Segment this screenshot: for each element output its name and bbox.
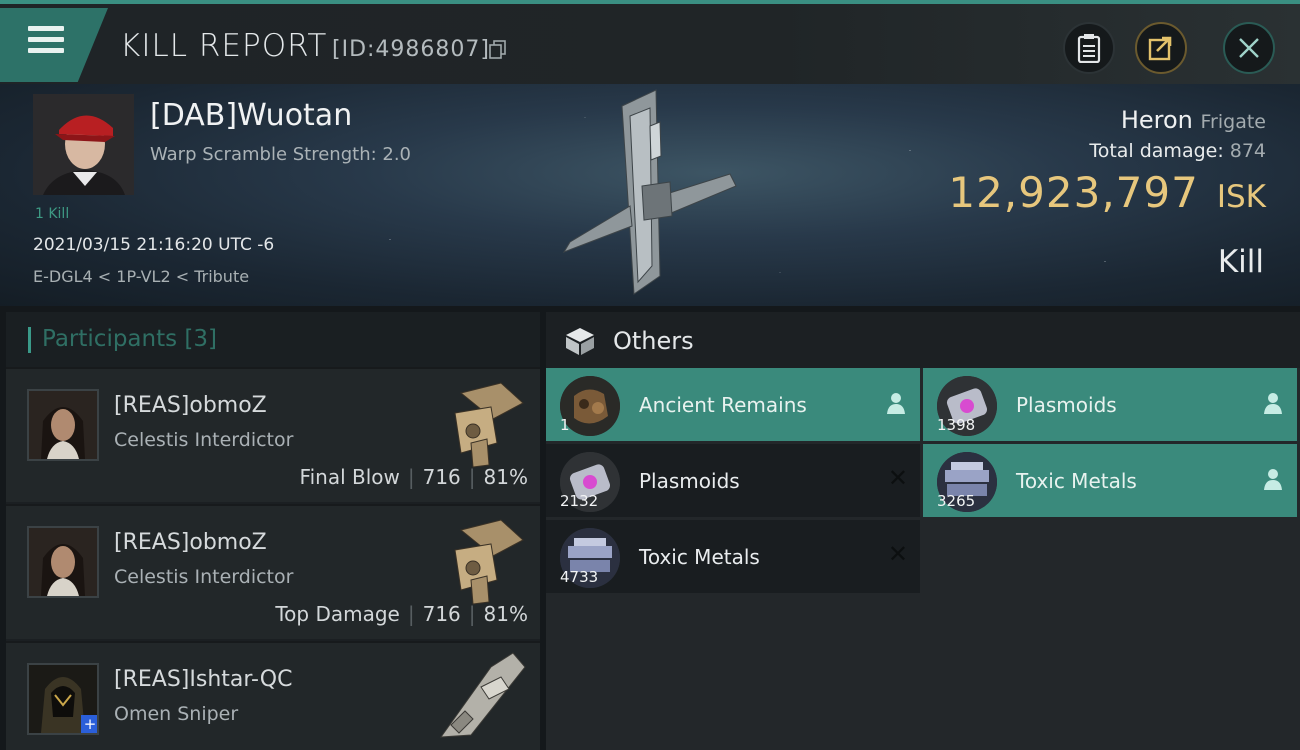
participant-row[interactable]: + [REAS]Ishtar-QC Omen Sniper bbox=[6, 641, 540, 750]
pilot-icon bbox=[1264, 393, 1282, 414]
isk-value: 12,923,797 ISK bbox=[948, 168, 1266, 217]
others-panel: Others 1 Ancient Remains 1398 Plasmoids … bbox=[546, 312, 1300, 750]
victim-portrait[interactable] bbox=[33, 94, 134, 195]
participant-ship: Celestis Interdictor bbox=[114, 429, 294, 451]
close-icon bbox=[1239, 38, 1259, 58]
participant-percent: 81% bbox=[483, 602, 528, 626]
participant-row[interactable]: [REAS]obmoZ Celestis Interdictor Final B… bbox=[6, 367, 540, 502]
total-damage-value: 874 bbox=[1229, 140, 1266, 162]
item-slot[interactable]: 3265 Toxic Metals bbox=[923, 444, 1297, 517]
close-button[interactable] bbox=[1223, 22, 1275, 74]
item-name: Plasmoids bbox=[639, 469, 740, 493]
victim-banner: [DAB]Wuotan Warp Scramble Strength: 2.0 … bbox=[0, 84, 1300, 306]
participant-portrait[interactable]: + bbox=[27, 663, 99, 735]
plus-badge-icon: + bbox=[81, 715, 97, 733]
participant-ship: Celestis Interdictor bbox=[114, 566, 294, 588]
participants-count: [3] bbox=[184, 326, 218, 352]
page-title: KILL REPORT bbox=[120, 28, 328, 64]
divider: | bbox=[407, 602, 415, 626]
item-name: Toxic Metals bbox=[639, 545, 760, 569]
item-name: Plasmoids bbox=[1016, 393, 1117, 417]
participant-name[interactable]: [REAS]obmoZ bbox=[114, 530, 267, 555]
kill-location[interactable]: E-DGL4 < 1P-VL2 < Tribute bbox=[33, 267, 249, 286]
others-header: Others bbox=[546, 312, 1300, 368]
participant-stats: Final Blow | 716 | 81% bbox=[300, 465, 528, 489]
item-quantity: 3265 bbox=[937, 492, 976, 510]
cube-icon bbox=[566, 328, 594, 355]
destroyed-icon: ✕ bbox=[887, 540, 908, 568]
clipboard-icon bbox=[1077, 34, 1101, 63]
participant-role: Final Blow bbox=[299, 465, 400, 489]
item-slot[interactable]: 1398 Plasmoids bbox=[923, 368, 1297, 441]
clipboard-button[interactable] bbox=[1063, 22, 1115, 74]
divider: | bbox=[468, 465, 476, 489]
participant-percent: 81% bbox=[483, 465, 528, 489]
participant-damage: 716 bbox=[422, 465, 461, 489]
participant-ship-image bbox=[439, 652, 526, 738]
victim-name[interactable]: [DAB]Wuotan bbox=[150, 98, 352, 133]
item-slot[interactable]: 4733 Toxic Metals ✕ bbox=[546, 520, 920, 593]
item-quantity: 2132 bbox=[560, 492, 599, 510]
report-id: [ID:4986807] bbox=[332, 37, 490, 62]
participant-name[interactable]: [REAS]Ishtar-QC bbox=[114, 667, 292, 692]
participant-portrait[interactable] bbox=[27, 389, 99, 461]
others-title: Others bbox=[613, 327, 694, 355]
participant-ship: Omen Sniper bbox=[114, 703, 239, 725]
divider: | bbox=[468, 602, 476, 626]
copy-icon[interactable] bbox=[489, 40, 507, 60]
total-damage: Total damage: 874 bbox=[1089, 140, 1266, 162]
warp-scramble-info: Warp Scramble Strength: 2.0 bbox=[150, 144, 412, 165]
item-quantity: 1398 bbox=[937, 416, 976, 434]
participants-title: Participants [3] bbox=[42, 326, 217, 352]
menu-icon[interactable] bbox=[28, 26, 64, 56]
item-name: Toxic Metals bbox=[1016, 469, 1137, 493]
isk-amount: 12,923,797 bbox=[948, 168, 1199, 217]
participants-panel: Participants [3] [REAS]obmoZ Celestis In… bbox=[6, 312, 540, 750]
item-quantity: 1 bbox=[560, 416, 570, 434]
kill-result: Kill bbox=[1217, 244, 1264, 280]
kill-datetime: 2021/03/15 21:16:20 UTC -6 bbox=[33, 235, 275, 255]
item-quantity: 4733 bbox=[560, 568, 599, 586]
item-name: Ancient Remains bbox=[639, 393, 807, 417]
item-slot[interactable]: 1 Ancient Remains bbox=[546, 368, 920, 441]
victim-ship-name: Heron Frigate bbox=[1121, 106, 1266, 134]
ship-class: Frigate bbox=[1200, 111, 1266, 133]
pilot-icon bbox=[1264, 469, 1282, 490]
participant-role: Top Damage bbox=[275, 602, 400, 626]
top-bar: KILL REPORT [ID:4986807] bbox=[0, 0, 1300, 84]
header-accent-bar bbox=[28, 327, 31, 353]
divider: | bbox=[407, 465, 415, 489]
participants-label: Participants bbox=[42, 326, 178, 352]
kill-tag: 1 Kill bbox=[35, 206, 70, 222]
share-icon bbox=[1148, 36, 1172, 61]
participant-portrait[interactable] bbox=[27, 526, 99, 598]
destroyed-icon: ✕ bbox=[887, 464, 908, 492]
participant-row[interactable]: [REAS]obmoZ Celestis Interdictor Top Dam… bbox=[6, 504, 540, 639]
participant-ship-image bbox=[454, 519, 524, 605]
participant-ship-image bbox=[454, 382, 524, 468]
isk-unit: ISK bbox=[1216, 179, 1266, 215]
share-button[interactable] bbox=[1135, 22, 1187, 74]
participant-stats: Top Damage | 716 | 81% bbox=[275, 602, 528, 626]
participants-header: Participants [3] bbox=[6, 312, 540, 367]
ship-type: Heron bbox=[1120, 106, 1193, 134]
pilot-icon bbox=[887, 393, 905, 414]
victim-ship-image bbox=[562, 89, 737, 295]
participant-name[interactable]: [REAS]obmoZ bbox=[114, 393, 267, 418]
participant-damage: 716 bbox=[422, 602, 461, 626]
total-damage-label: Total damage: bbox=[1089, 140, 1224, 162]
item-slot[interactable]: 2132 Plasmoids ✕ bbox=[546, 444, 920, 517]
